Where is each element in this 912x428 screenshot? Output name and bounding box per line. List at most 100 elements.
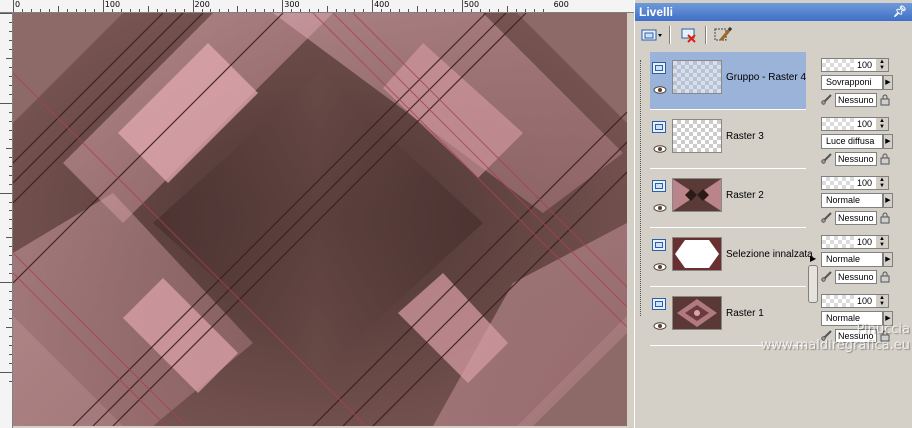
ruler-tick [416, 6, 418, 12]
ruler-tick [381, 9, 383, 12]
ruler-tick [9, 228, 12, 230]
opacity-spinner[interactable]: ▲ ▼ [876, 177, 888, 189]
ruler-tick [9, 30, 12, 32]
ruler-tick [192, 0, 194, 12]
layer-properties: 100 ▲ ▼ Luce diffusa ▶ Nessuno [819, 115, 897, 171]
ruler-tick [48, 9, 50, 12]
blend-mode-select[interactable]: Normale [821, 252, 883, 267]
layer-type-icon[interactable] [652, 298, 666, 310]
ruler-tick [39, 9, 41, 12]
eye-icon[interactable] [653, 86, 667, 94]
ruler-tick [0, 192, 12, 194]
mask-field[interactable]: Nessuno [835, 152, 877, 166]
layer-type-icon[interactable] [652, 180, 666, 192]
layer-row[interactable]: Gruppo - Raster 4 [650, 52, 806, 110]
ruler-tick [9, 165, 12, 167]
new-layer-button[interactable] [639, 24, 663, 46]
layer-type-icon[interactable] [652, 62, 666, 74]
layer-row[interactable]: Raster 3 [650, 111, 806, 169]
ruler-tick [0, 13, 12, 14]
blend-mode-select[interactable]: Luce diffusa [821, 134, 883, 149]
ruler-tick [183, 9, 185, 12]
ruler-tick [6, 327, 12, 329]
ruler-tick [21, 9, 23, 12]
layer-properties: 100 ▲ ▼ Normale ▶ Nessuno [819, 174, 897, 230]
ruler-tick [9, 66, 12, 68]
watermark: Pinuccia www.maldiregrafica.eu [690, 322, 910, 354]
brush-icon[interactable] [821, 93, 833, 105]
brush-icon[interactable] [821, 270, 833, 282]
toolbar-separator [669, 26, 671, 44]
panel-title-bar[interactable]: Livelli 📌︎ [635, 3, 912, 21]
opacity-spinner[interactable]: ▲ ▼ [876, 295, 888, 307]
lock-icon[interactable] [879, 212, 891, 224]
ruler-tick [9, 300, 12, 302]
ruler-tick [9, 309, 12, 311]
chevron-right-icon[interactable]: ▶ [883, 252, 893, 267]
ruler-tick [30, 9, 32, 12]
panel-splitter-handle[interactable] [808, 265, 818, 303]
ruler-tick [9, 84, 12, 86]
delete-layer-button[interactable] [677, 24, 701, 46]
edit-mask-button[interactable] [711, 24, 735, 46]
lock-icon[interactable] [879, 271, 891, 283]
blend-mode-select[interactable]: Sovrapponi [821, 75, 883, 90]
opacity-field[interactable]: 100 ▲ ▼ [821, 117, 889, 131]
ruler-tick [6, 57, 12, 59]
ruler-tick [84, 9, 86, 12]
ruler-tick [390, 9, 392, 12]
layer-name: Gruppo - Raster 4 [726, 72, 807, 83]
layer-tree-connector [640, 60, 642, 316]
layer-row[interactable]: Raster 2 [650, 170, 806, 228]
opacity-value: 100 [856, 119, 872, 129]
opacity-spinner[interactable]: ▲ ▼ [876, 59, 888, 71]
panel-title: Livelli [639, 5, 674, 19]
ruler-tick [336, 9, 338, 12]
ruler-tick [273, 9, 275, 12]
mask-field[interactable]: Nessuno [835, 93, 877, 107]
brush-icon[interactable] [821, 211, 833, 223]
layer-type-icon[interactable] [652, 121, 666, 133]
opacity-field[interactable]: 100 ▲ ▼ [821, 235, 889, 249]
ruler-tick [0, 102, 12, 104]
ruler-tick [9, 345, 12, 347]
ruler-tick [452, 9, 454, 12]
opacity-field[interactable]: 100 ▲ ▼ [821, 294, 889, 308]
chevron-right-icon[interactable]: ▶ [883, 134, 893, 149]
opacity-field[interactable]: 100 ▲ ▼ [821, 58, 889, 72]
ruler-tick [9, 111, 12, 113]
ruler-label: 500 [463, 0, 480, 9]
mask-field[interactable]: Nessuno [835, 211, 877, 225]
opacity-swatch [822, 118, 854, 130]
image-canvas[interactable] [13, 13, 627, 426]
opacity-field[interactable]: 100 ▲ ▼ [821, 176, 889, 190]
opacity-value: 100 [856, 60, 872, 70]
mask-field[interactable]: Nessuno [835, 270, 877, 284]
eye-icon[interactable] [653, 145, 667, 153]
opacity-value: 100 [856, 178, 872, 188]
opacity-spinner[interactable]: ▲ ▼ [876, 236, 888, 248]
eye-icon[interactable] [653, 204, 667, 212]
chevron-right-icon[interactable]: ▶ [883, 75, 893, 90]
pin-icon[interactable]: 📌︎ [893, 3, 907, 21]
ruler-tick [9, 363, 12, 365]
eye-icon[interactable] [653, 263, 667, 271]
ruler-tick [363, 9, 365, 12]
ruler-label: 600 [553, 0, 569, 9]
opacity-spinner[interactable]: ▲ ▼ [876, 118, 888, 130]
scroll-arrow-icon[interactable]: ▶ [810, 254, 816, 263]
chevron-right-icon[interactable]: ▶ [883, 193, 893, 208]
eye-icon[interactable] [653, 322, 667, 330]
brush-icon[interactable] [821, 152, 833, 164]
lock-icon[interactable] [879, 153, 891, 165]
blend-mode-select[interactable]: Normale [821, 193, 883, 208]
opacity-swatch [822, 295, 854, 307]
ruler-tick [129, 9, 131, 12]
ruler-tick [9, 93, 12, 95]
layer-type-icon[interactable] [652, 239, 666, 251]
layer-row[interactable]: Selezione innalzata [650, 229, 813, 287]
ruler-tick [9, 264, 12, 266]
ruler-label: 200 [194, 0, 210, 9]
ruler-tick [138, 9, 140, 12]
lock-icon[interactable] [879, 94, 891, 106]
